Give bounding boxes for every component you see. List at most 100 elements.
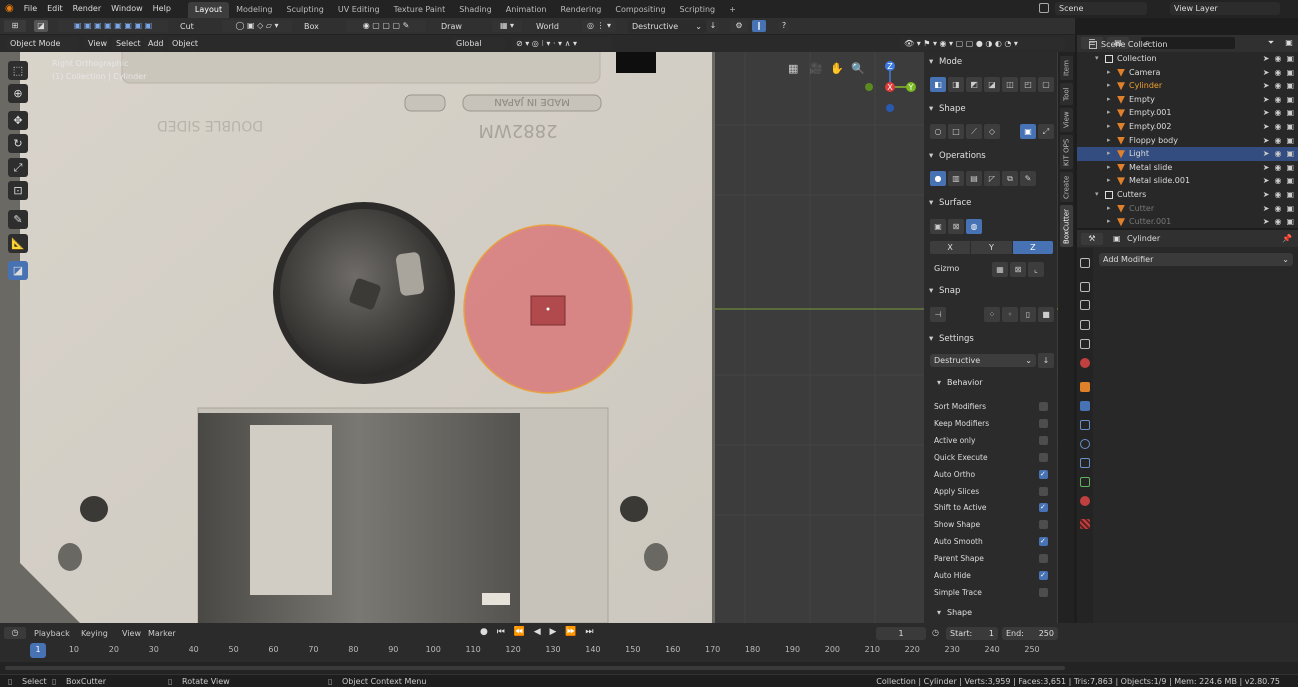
select-arrow-icon[interactable]: ➤ bbox=[1263, 134, 1270, 148]
timeline-body[interactable] bbox=[0, 662, 1298, 674]
camera-render-icon[interactable]: ▣ bbox=[1286, 134, 1294, 148]
properties-editor-icon[interactable]: ⚒ bbox=[1081, 233, 1103, 245]
expand-arrow-icon[interactable]: ▸ bbox=[1107, 147, 1111, 161]
select-arrow-icon[interactable]: ➤ bbox=[1263, 174, 1270, 188]
tab-item[interactable]: Item bbox=[1060, 56, 1073, 80]
view-menu-timeline[interactable]: View bbox=[122, 629, 141, 638]
editor-type-icon[interactable]: ⊞ bbox=[4, 20, 26, 32]
select-arrow-icon[interactable]: ➤ bbox=[1263, 66, 1270, 80]
outliner-item[interactable]: ▸ Cutter ➤ ◉ ▣ bbox=[1077, 202, 1298, 216]
snap-section-header[interactable]: Snap bbox=[924, 283, 1057, 299]
camera-render-icon[interactable]: ▣ bbox=[1286, 188, 1294, 202]
camera-render-icon[interactable]: ▣ bbox=[1286, 174, 1294, 188]
select-menu[interactable]: Select bbox=[112, 37, 141, 50]
outliner-item[interactable]: ▸ Cylinder ➤ ◉ ▣ bbox=[1077, 79, 1298, 93]
surface-section-header[interactable]: Surface bbox=[924, 195, 1057, 211]
scene-properties-icon[interactable] bbox=[1080, 339, 1090, 349]
camera-render-icon[interactable]: ▣ bbox=[1286, 161, 1294, 175]
tab-create[interactable]: Create bbox=[1060, 172, 1073, 202]
eye-icon[interactable]: ◉ bbox=[1274, 134, 1281, 148]
output-properties-icon[interactable] bbox=[1080, 300, 1090, 310]
eye-icon[interactable]: ◉ bbox=[1274, 120, 1281, 134]
shape-section-header[interactable]: Shape bbox=[924, 101, 1057, 117]
behavior-checkbox[interactable] bbox=[1039, 486, 1048, 496]
camera-render-icon[interactable]: ▣ bbox=[1286, 79, 1294, 93]
blender-logo-icon[interactable]: ◉ bbox=[0, 0, 19, 18]
eye-icon[interactable]: ◉ bbox=[1274, 174, 1281, 188]
camera-render-icon[interactable]: ▣ bbox=[1286, 202, 1294, 216]
outliner-item[interactable]: ▾ Cutters ➤ ◉ ▣ bbox=[1077, 188, 1298, 202]
camera-render-icon[interactable]: ▣ bbox=[1286, 52, 1294, 66]
settings-section-header[interactable]: Settings bbox=[924, 331, 1057, 347]
behavior-checkbox[interactable] bbox=[1039, 418, 1048, 428]
outliner-scene-collection[interactable]: Scene Collection bbox=[1077, 38, 1298, 52]
end-frame-field[interactable]: End: 250 bbox=[1002, 627, 1058, 640]
playback-controls[interactable]: ● ⏮ ⏪ ◀ ▶ ⏩ ⏭ bbox=[480, 627, 596, 637]
shape-option-icon[interactable]: ▣ bbox=[1020, 124, 1036, 139]
shading-controls[interactable]: 👁 ▾ ⚑ ▾ ◉ ▾ ▢ ▢ ● ◑ ◐ ◔ ▾ bbox=[900, 37, 1065, 50]
behavior-option[interactable]: Simple Trace bbox=[934, 586, 1054, 599]
snap-vert-icon[interactable]: ◦ bbox=[1002, 307, 1018, 322]
behavior-option[interactable]: Quick Execute bbox=[934, 451, 1054, 464]
select-arrow-icon[interactable]: ➤ bbox=[1263, 161, 1270, 175]
constraints-properties-icon[interactable] bbox=[1080, 458, 1090, 468]
world-properties-icon[interactable] bbox=[1080, 358, 1090, 368]
expand-arrow-icon[interactable]: ▸ bbox=[1107, 134, 1111, 148]
start-frame-field[interactable]: Start: 1 bbox=[946, 627, 998, 640]
boxcutter-tool-icon[interactable]: ◪ bbox=[34, 20, 48, 32]
eye-icon[interactable]: ◉ bbox=[1274, 106, 1281, 120]
apply-download-icon[interactable]: ↓ bbox=[1038, 353, 1054, 368]
camera-render-icon[interactable]: ▣ bbox=[1286, 120, 1294, 134]
behavior-checkbox[interactable] bbox=[1039, 468, 1048, 481]
select-arrow-icon[interactable]: ➤ bbox=[1263, 52, 1270, 66]
behavior-checkbox[interactable] bbox=[1039, 435, 1048, 445]
expand-arrow-icon[interactable]: ▸ bbox=[1107, 215, 1111, 229]
eye-icon[interactable]: ◉ bbox=[1274, 161, 1281, 175]
behavior-option[interactable]: Show Shape bbox=[934, 518, 1054, 531]
expand-arrow-icon[interactable]: ▸ bbox=[1107, 202, 1111, 216]
behavior-checkbox[interactable] bbox=[1039, 520, 1048, 530]
select-arrow-icon[interactable]: ➤ bbox=[1263, 93, 1270, 107]
inset-mode-icon[interactable]: ◩ bbox=[966, 77, 982, 92]
solidify-operation-icon[interactable]: ▤ bbox=[966, 171, 982, 186]
behavior-checkbox[interactable] bbox=[1039, 535, 1048, 548]
tab-uv-editing[interactable]: UV Editing bbox=[331, 2, 387, 18]
eye-icon[interactable]: ◉ bbox=[1274, 202, 1281, 216]
measure-tool-icon[interactable]: 📐 bbox=[8, 234, 28, 253]
snap-grid-icon[interactable]: ⁘ bbox=[984, 307, 1000, 322]
transform-orientation-dropdown[interactable]: Global bbox=[452, 37, 506, 50]
behavior-option[interactable]: Shift to Active bbox=[934, 501, 1054, 514]
outliner-item[interactable]: ▸ Camera ➤ ◉ ▣ bbox=[1077, 66, 1298, 80]
outliner-item[interactable]: ▸ Cutter.001 ➤ ◉ ▣ bbox=[1077, 215, 1298, 229]
modifier-properties-icon[interactable] bbox=[1080, 401, 1090, 411]
snap-icons[interactable]: ◎ ⋮ ▾ bbox=[582, 20, 616, 32]
expand-arrow-icon[interactable]: ▾ bbox=[1095, 52, 1099, 66]
select-arrow-icon[interactable]: ➤ bbox=[1263, 106, 1270, 120]
behavior-checkbox[interactable] bbox=[1039, 501, 1048, 514]
add-menu[interactable]: Add bbox=[144, 37, 164, 50]
cut-mode-label[interactable]: Cut bbox=[180, 22, 194, 31]
physics-properties-icon[interactable] bbox=[1080, 439, 1090, 449]
camera-render-icon[interactable]: ▣ bbox=[1286, 106, 1294, 120]
help-icon[interactable]: ? bbox=[778, 20, 790, 32]
timeline-scrollbar[interactable] bbox=[5, 666, 1065, 670]
pin-icon[interactable]: 📌 bbox=[1282, 234, 1292, 243]
join-mode-icon[interactable]: ◪ bbox=[984, 77, 1000, 92]
circle-shape-icon[interactable]: ○ bbox=[930, 124, 946, 139]
current-frame-field[interactable]: 1 bbox=[876, 627, 926, 640]
behavior-option[interactable]: Auto Ortho bbox=[934, 468, 1054, 481]
move-tool-icon[interactable]: ✥ bbox=[8, 111, 28, 130]
behavior-option[interactable]: Auto Smooth bbox=[934, 535, 1054, 548]
select-arrow-icon[interactable]: ➤ bbox=[1263, 188, 1270, 202]
tab-animation[interactable]: Animation bbox=[499, 2, 554, 18]
outliner-item[interactable]: ▸ Floppy body ➤ ◉ ▣ bbox=[1077, 134, 1298, 148]
select-arrow-icon[interactable]: ➤ bbox=[1263, 202, 1270, 216]
ortho-toggle-icon[interactable]: ▦ bbox=[788, 62, 798, 75]
axis-z-button[interactable]: Z bbox=[1012, 241, 1053, 254]
outliner-item[interactable]: ▸ Empty ➤ ◉ ▣ bbox=[1077, 93, 1298, 107]
outliner-item[interactable]: ▸ Metal slide ➤ ◉ ▣ bbox=[1077, 161, 1298, 175]
scene-icon[interactable] bbox=[1035, 2, 1055, 15]
tab-tool[interactable]: Tool bbox=[1060, 83, 1073, 105]
select-tool-icon[interactable]: ⬚ bbox=[8, 61, 28, 80]
cursor-tool-icon[interactable]: ⊕ bbox=[8, 84, 28, 103]
